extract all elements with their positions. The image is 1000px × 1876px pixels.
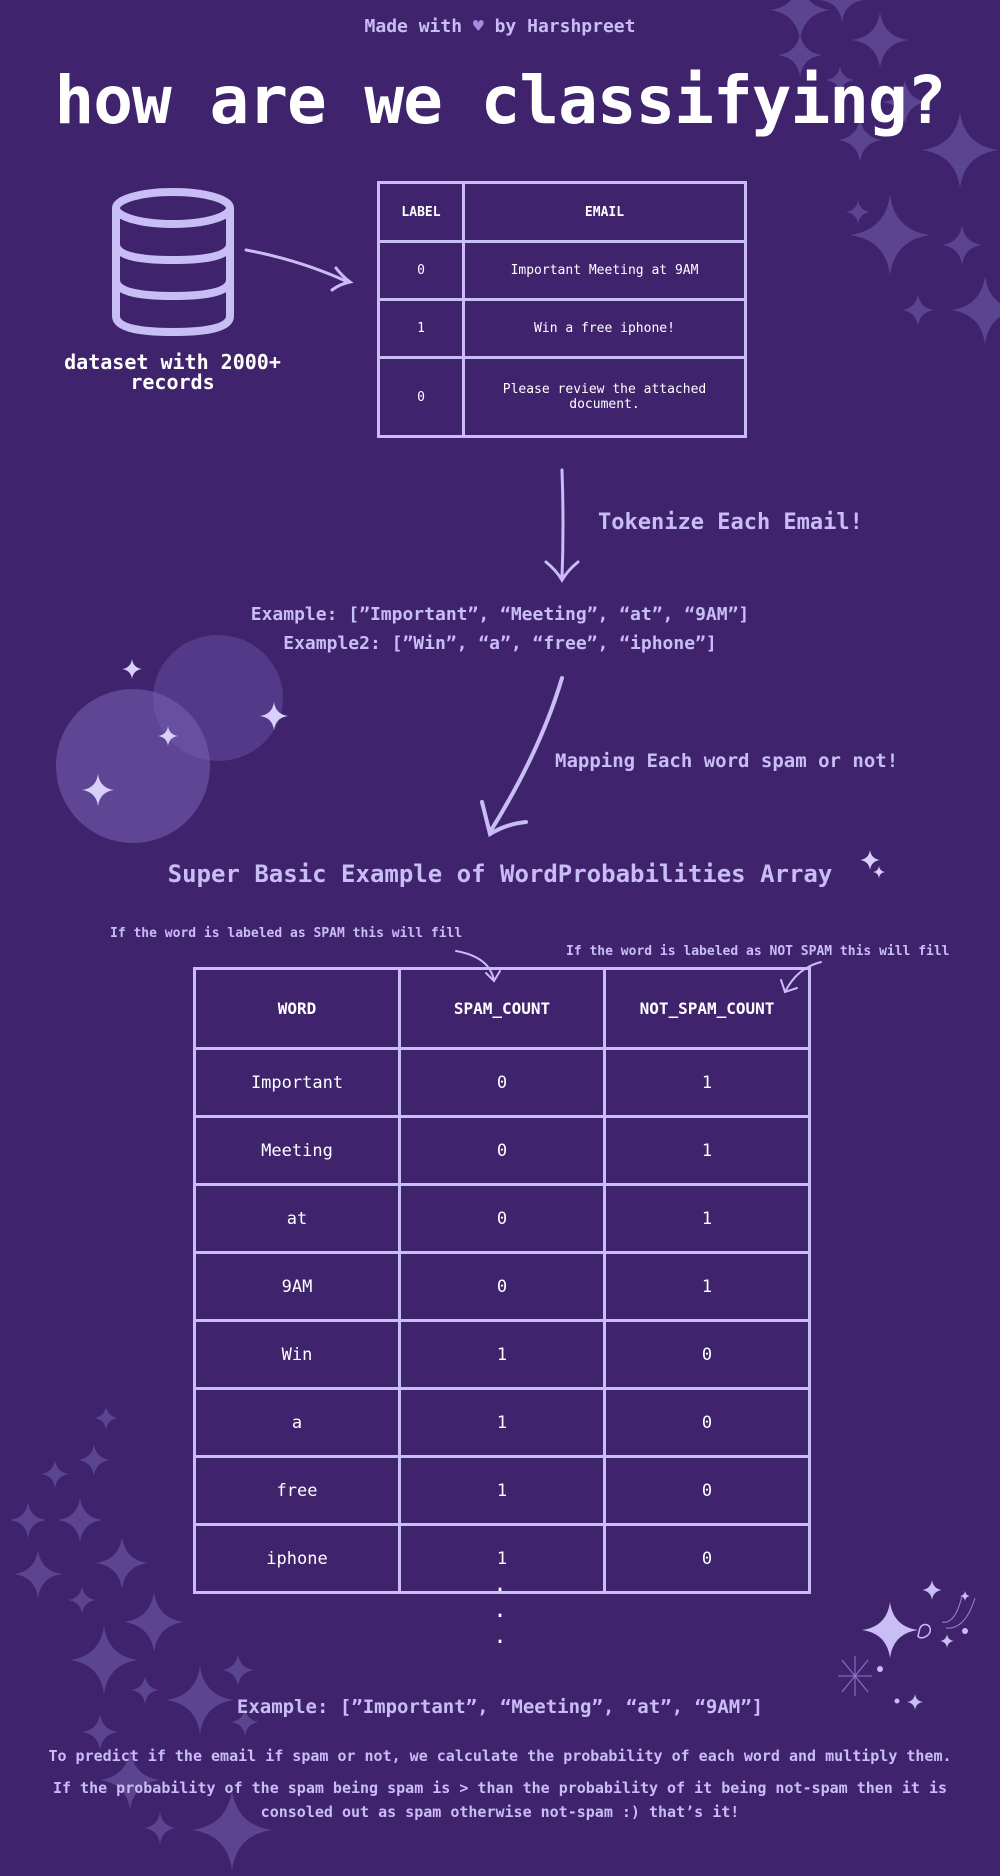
cell-spam-count: 0 xyxy=(398,1047,606,1118)
heart-icon: ♥ xyxy=(472,16,484,37)
cell-spam-count: 1 xyxy=(398,1387,606,1458)
word-table-title: Super Basic Example of WordProbabilities… xyxy=(167,860,833,888)
bubble-decoration xyxy=(56,635,283,843)
tokenize-label: Tokenize Each Email! xyxy=(598,510,863,535)
cell-email: Important Meeting at 9AM xyxy=(462,240,747,301)
cell-word: at xyxy=(193,1183,401,1254)
dataset-label-line1: dataset with 2000+ xyxy=(64,350,281,374)
cell-not-spam-count: 0 xyxy=(603,1387,811,1458)
continuation-dots: · · · xyxy=(493,1578,507,1655)
explanation-paragraph-2: If the probability of the spam being spa… xyxy=(52,1779,948,1821)
example-tokens-1: Example: [”Important”, “Meeting”, “at”, … xyxy=(250,604,750,625)
cell-label: 1 xyxy=(377,298,465,359)
cell-not-spam-count: 1 xyxy=(603,1183,811,1254)
header-email: EMAIL xyxy=(462,181,747,243)
cell-not-spam-count: 1 xyxy=(603,1251,811,1322)
cell-not-spam-count: 0 xyxy=(603,1319,811,1390)
mapping-label: Mapping Each word spam or not! xyxy=(555,750,899,772)
cell-word: Win xyxy=(193,1319,401,1390)
cell-word: Important xyxy=(193,1047,401,1118)
credit-line: Made with ♥ by Harshpreet xyxy=(0,16,1000,37)
cell-spam-count: 0 xyxy=(398,1183,606,1254)
cell-not-spam-count: 1 xyxy=(603,1115,811,1186)
cell-email: Win a free iphone! xyxy=(462,298,747,359)
cell-email: Please review the attached document. xyxy=(462,356,747,438)
table-row: Meeting 0 1 xyxy=(193,1115,811,1186)
header-spam-count: SPAM_COUNT xyxy=(398,967,606,1050)
cell-spam-count: 1 xyxy=(398,1455,606,1526)
cell-word: free xyxy=(193,1455,401,1526)
table-row: 9AM 0 1 xyxy=(193,1251,811,1322)
table-row: Important 0 1 xyxy=(193,1047,811,1118)
arrow-down-icon xyxy=(544,468,580,583)
credit-author: by Harshpreet xyxy=(494,16,636,37)
footer-example: Example: [”Important”, “Meeting”, “at”, … xyxy=(236,1696,764,1718)
header-label: LABEL xyxy=(377,181,465,243)
email-table-header: LABEL EMAIL xyxy=(377,181,747,243)
note-not-spam: If the word is labeled as NOT SPAM this … xyxy=(566,944,950,959)
cell-label: 0 xyxy=(377,240,465,301)
cell-not-spam-count: 0 xyxy=(603,1455,811,1526)
table-row: 0 Important Meeting at 9AM xyxy=(377,240,747,301)
sparkle-cluster-top-right xyxy=(770,0,1000,344)
explanation-paragraph-1: To predict if the email if spam or not, … xyxy=(48,1747,952,1765)
word-table-header: WORD SPAM_COUNT NOT_SPAM_COUNT xyxy=(193,967,811,1050)
header-word: WORD xyxy=(193,967,401,1050)
table-row: 1 Win a free iphone! xyxy=(377,298,747,359)
example-tokens-2: Example2: [”Win”, “a”, “free”, “iphone”] xyxy=(283,633,717,654)
table-row: 0 Please review the attached document. xyxy=(377,356,747,438)
credit-prefix: Made with xyxy=(364,16,463,37)
word-probabilities-table: WORD SPAM_COUNT NOT_SPAM_COUNT Important… xyxy=(193,967,811,1594)
arrow-right-icon xyxy=(244,248,354,292)
database-icon xyxy=(112,188,234,337)
cell-word: a xyxy=(193,1387,401,1458)
cell-spam-count: 0 xyxy=(398,1251,606,1322)
table-row: Win 1 0 xyxy=(193,1319,811,1390)
email-table: LABEL EMAIL 0 Important Meeting at 9AM 1… xyxy=(377,181,747,438)
cell-spam-count: 1 xyxy=(398,1319,606,1390)
cell-spam-count: 0 xyxy=(398,1115,606,1186)
dataset-label: dataset with 2000+ records xyxy=(40,352,305,392)
table-row: at 0 1 xyxy=(193,1183,811,1254)
cell-word: Meeting xyxy=(193,1115,401,1186)
header-not-spam-count: NOT_SPAM_COUNT xyxy=(603,967,811,1050)
dataset-label-line2: records xyxy=(130,370,215,394)
cell-not-spam-count: 1 xyxy=(603,1047,811,1118)
table-row: a 1 0 xyxy=(193,1387,811,1458)
cell-label: 0 xyxy=(377,356,465,438)
cell-word: 9AM xyxy=(193,1251,401,1322)
table-row: free 1 0 xyxy=(193,1455,811,1526)
note-spam: If the word is labeled as SPAM this will… xyxy=(110,926,463,941)
page-title: how are we classifying? xyxy=(54,62,947,139)
